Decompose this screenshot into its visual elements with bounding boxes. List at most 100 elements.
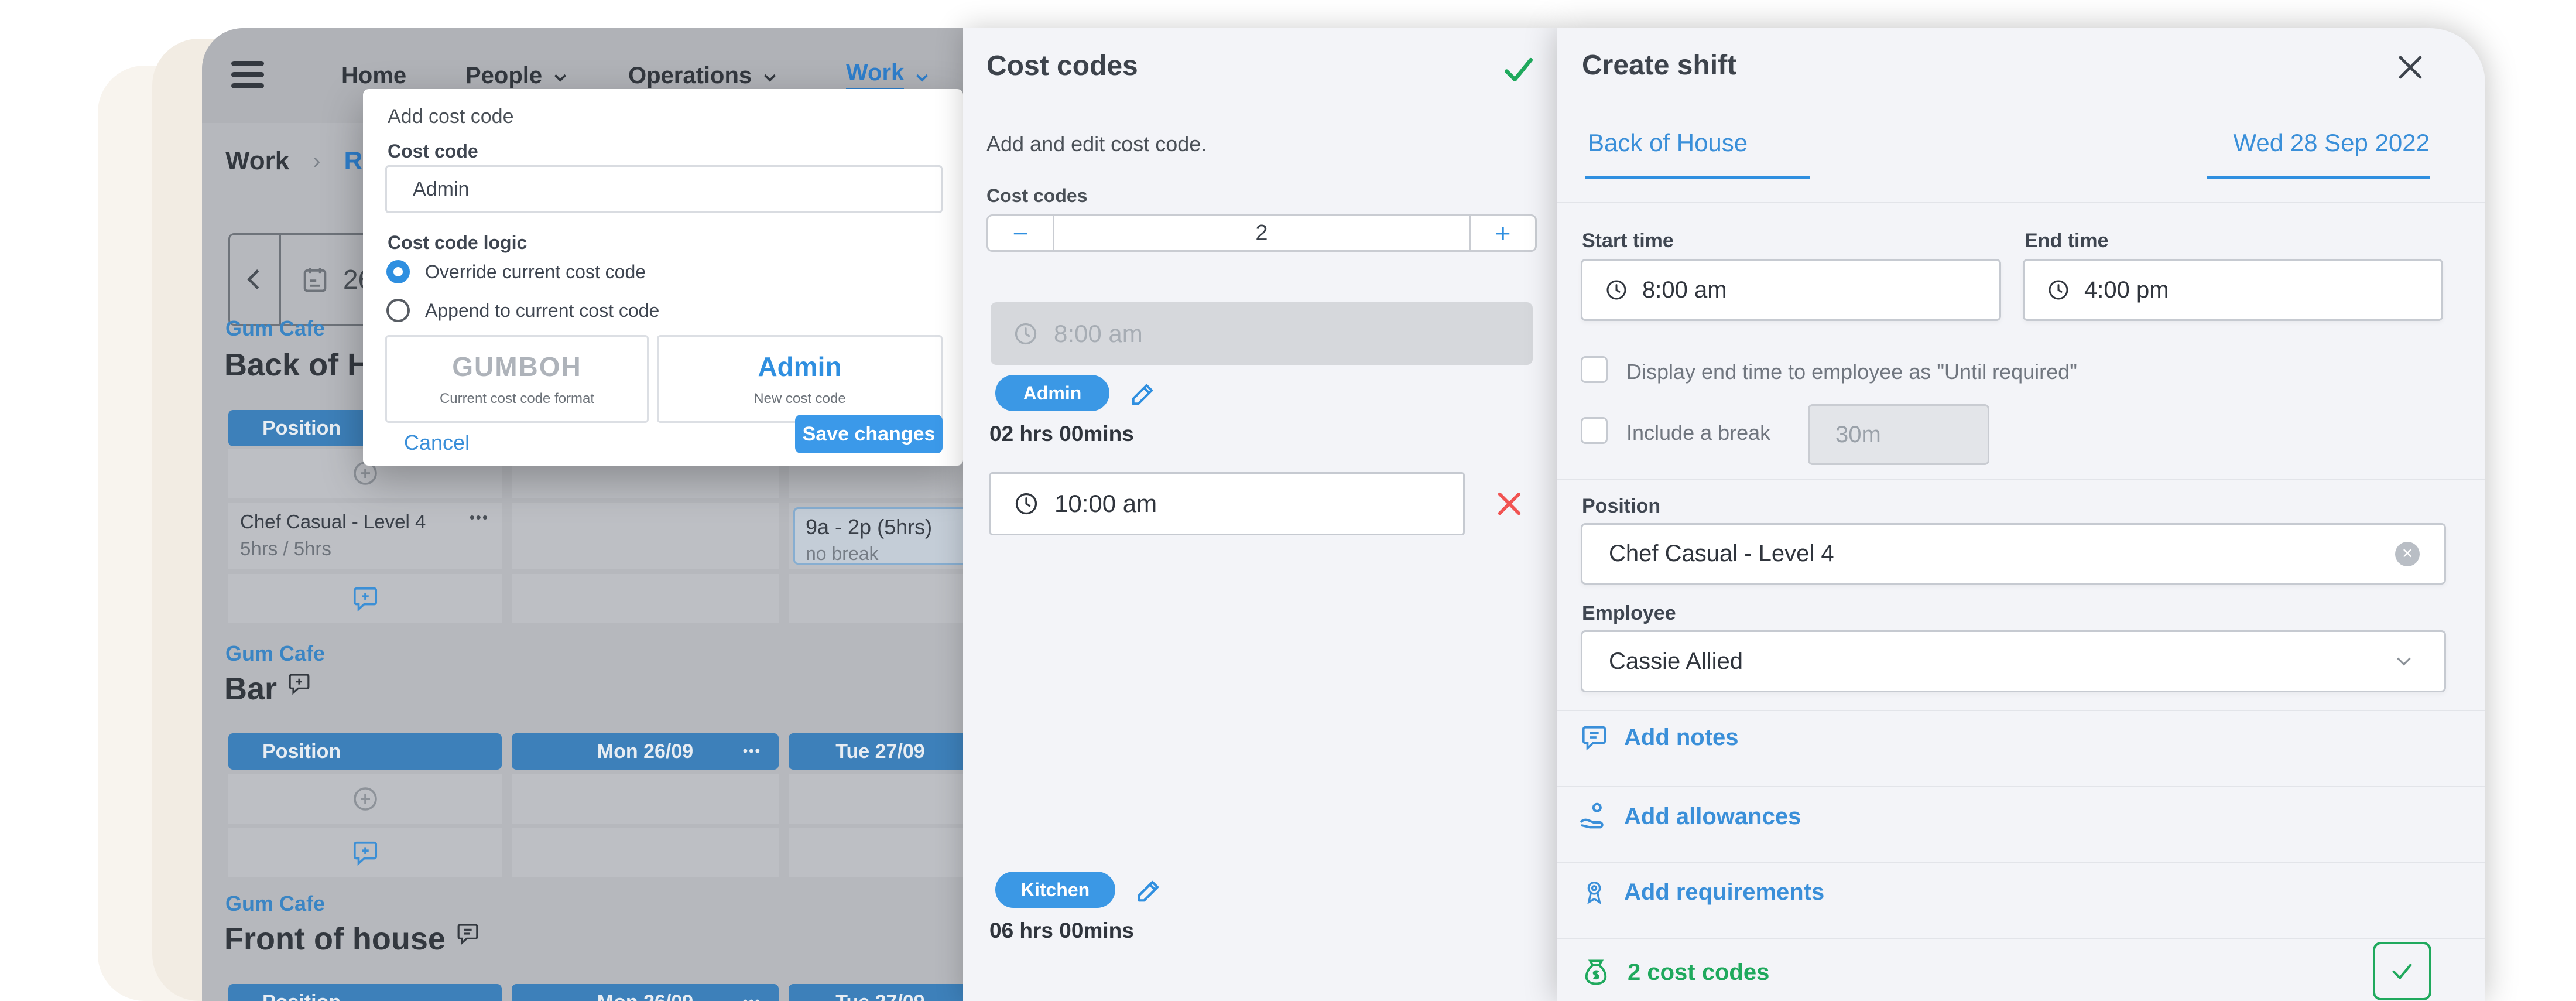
end-time-input[interactable]: 4:00 pm (2023, 259, 2443, 321)
add-notes-row[interactable]: Add notes (1581, 724, 1739, 751)
position-cell[interactable]: Chef Casual - Level 4 ••• 5hrs / 5hrs (228, 503, 502, 569)
badge-label: Admin (1023, 382, 1082, 404)
employee-select[interactable]: Cassie Allied (1581, 630, 2446, 692)
hand-coin-icon (1577, 800, 1610, 833)
until-required-checkbox[interactable] (1581, 356, 1608, 383)
start-time-value: 8:00 am (1642, 277, 1727, 303)
panel-subtitle: Add and edit cost code. (986, 132, 1207, 156)
roster-cell[interactable] (512, 574, 779, 623)
edit-pencil-icon[interactable] (1128, 378, 1159, 409)
menu-icon[interactable] (231, 61, 264, 94)
roster-cell[interactable] (228, 828, 502, 877)
edit-pencil-icon[interactable] (1134, 875, 1164, 906)
radio-label: Override current cost code (425, 261, 646, 283)
start-time-disabled-field: 8:00 am (991, 302, 1533, 365)
add-allowances-row[interactable]: Add allowances (1577, 800, 1801, 833)
comment-icon[interactable] (456, 922, 479, 945)
row-menu-icon[interactable]: ••• (470, 508, 489, 527)
cost-codes-summary-row[interactable]: 2 cost codes (1581, 957, 1769, 988)
position-hours: 5hrs / 5hrs (240, 538, 490, 560)
stepper-plus-button[interactable]: + (1469, 216, 1535, 250)
radio-override[interactable]: Override current cost code (386, 260, 646, 283)
start-time-input[interactable]: 8:00 am (1581, 259, 2001, 321)
start-time-label: Start time (1582, 230, 1674, 252)
chevron-down-icon (551, 69, 569, 86)
split-time-input[interactable]: 10:00 am (989, 472, 1465, 535)
position-label: Position (1582, 495, 1660, 518)
note-bubble-icon (1581, 724, 1608, 751)
close-icon[interactable] (2393, 50, 2427, 84)
chat-plus-icon (352, 585, 379, 612)
radio-selected-icon (386, 260, 410, 283)
clear-icon[interactable]: ✕ (2395, 542, 2420, 566)
roster-cell[interactable] (512, 828, 779, 877)
column-header-label: Mon 26/09 (597, 991, 693, 1001)
clock-icon (1013, 491, 1039, 517)
nav-label: Home (341, 63, 406, 89)
end-time-label: End time (2025, 230, 2109, 252)
venue-link[interactable]: Gum Cafe (225, 891, 325, 916)
roster-cell[interactable] (512, 503, 779, 569)
confirm-check-icon[interactable] (1501, 52, 1537, 88)
column-menu-icon[interactable]: ••• (743, 994, 761, 1001)
prev-date-button[interactable] (228, 233, 281, 326)
remove-split-icon[interactable] (1493, 487, 1526, 520)
nav-label: Work (846, 60, 904, 92)
cost-codes-summary-label: 2 cost codes (1628, 959, 1769, 986)
add-requirements-row[interactable]: Add requirements (1581, 879, 1824, 906)
roster-cell[interactable] (789, 828, 972, 877)
preview-caption: Current cost code format (440, 391, 594, 407)
chevron-down-icon (913, 69, 931, 86)
team-link[interactable]: Back of House (1588, 129, 1748, 157)
include-break-checkbox[interactable] (1581, 417, 1608, 444)
column-header-label: Mon 26/09 (597, 740, 693, 763)
roster-cell[interactable] (228, 574, 502, 623)
cost-code-count-stepper: − 2 + (986, 214, 1537, 252)
cost-code-badge[interactable]: Admin (995, 375, 1109, 411)
chat-plus-icon[interactable] (287, 672, 311, 695)
preview-caption: New cost code (753, 391, 845, 407)
cost-code-badge[interactable]: Kitchen (995, 872, 1115, 908)
divider (1557, 710, 2485, 711)
column-header-label: Position (262, 417, 341, 440)
breadcrumb: Work › Ro (225, 146, 378, 176)
stepper-value[interactable]: 2 (1054, 216, 1469, 250)
disabled-time-value: 8:00 am (1054, 320, 1143, 348)
date-link[interactable]: Wed 28 Sep 2022 (2206, 129, 2430, 157)
cost-code-input[interactable]: Admin (385, 165, 943, 213)
cost-codes-confirm-button[interactable] (2373, 942, 2431, 1000)
divider (1557, 786, 2485, 787)
clock-icon (1605, 278, 1628, 302)
panel-title: Create shift (1582, 49, 1736, 81)
save-changes-button[interactable]: Save changes (795, 415, 943, 453)
roster-cell[interactable]: 9a - 2p (5hrs) no break Ca (789, 503, 972, 569)
section-title: Front of house (224, 921, 479, 957)
section-title-text: Back of H (224, 347, 370, 383)
chevron-down-icon (761, 69, 779, 86)
roster-cell[interactable] (789, 774, 972, 824)
column-header-label: Tue 27/09 (835, 740, 924, 763)
venue-link[interactable]: Gum Cafe (225, 316, 325, 341)
venue-link[interactable]: Gum Cafe (225, 641, 325, 666)
create-shift-panel: Create shift Back of House Wed 28 Sep 20… (1557, 28, 2485, 1001)
radio-append[interactable]: Append to current cost code (386, 299, 659, 322)
roster-cell[interactable] (789, 574, 972, 623)
radio-label: Append to current cost code (425, 300, 659, 322)
breadcrumb-root[interactable]: Work (225, 146, 289, 176)
breadcrumb-separator: › (313, 148, 320, 175)
position-value: Chef Casual - Level 4 (1609, 541, 1834, 567)
preview-current-cost-code: GUMBOH Current cost code format (385, 335, 649, 423)
cancel-button[interactable]: Cancel (404, 431, 470, 455)
column-menu-icon[interactable]: ••• (743, 743, 761, 760)
add-allowances-label: Add allowances (1624, 804, 1801, 830)
roster-cell[interactable] (228, 774, 502, 824)
employee-value: Cassie Allied (1609, 648, 1743, 675)
column-header-day: Mon 26/09 ••• (512, 984, 779, 1001)
shift-break: no break (806, 543, 879, 565)
roster-cell[interactable] (512, 774, 779, 824)
section-title-text: Bar (224, 671, 277, 707)
stepper-minus-button[interactable]: − (988, 216, 1054, 250)
divider (1557, 479, 2485, 480)
screenshot-root: Home People Operations Work Work › Ro (0, 0, 2576, 1001)
position-input[interactable]: Chef Casual - Level 4 ✕ (1581, 523, 2446, 585)
